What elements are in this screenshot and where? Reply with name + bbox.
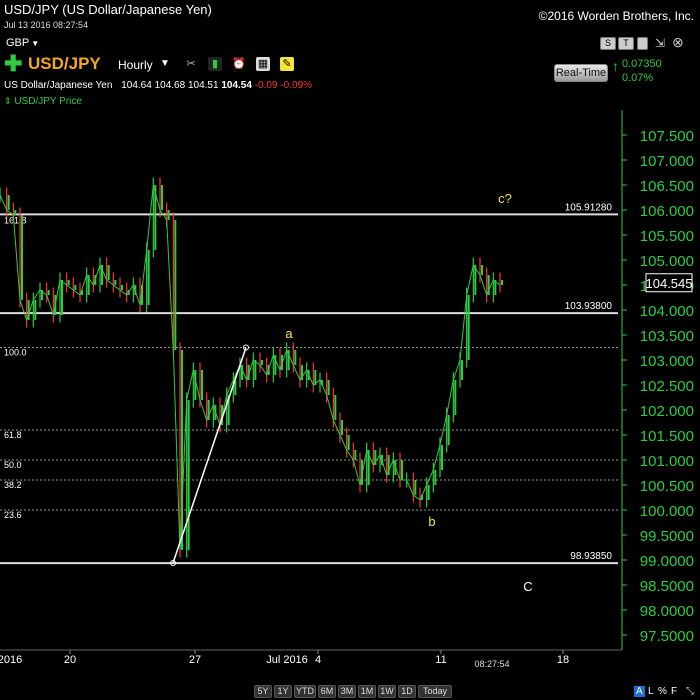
x-tick-label: 18: [557, 654, 569, 666]
y-tick-label: 102.000: [640, 403, 694, 420]
y-tick-label: 99.0000: [640, 553, 694, 570]
y-tick-label: 107.500: [640, 128, 694, 145]
wave-label: a: [285, 326, 293, 341]
y-tick-label: 101.500: [640, 428, 694, 445]
wave-label: c?: [498, 191, 512, 206]
x-tick-label: 20: [64, 654, 76, 666]
x-tick-label: 2016: [0, 654, 22, 666]
x-tick-label: 11: [435, 654, 446, 666]
y-tick-label: 107.000: [640, 153, 694, 170]
level-label: 103.93800: [565, 301, 613, 312]
x-tick-label: Jul 2016: [266, 654, 308, 666]
fib-label: 50.0: [4, 460, 22, 470]
y-tick-label: 101.000: [640, 453, 694, 470]
timeframe-button-today[interactable]: Today: [418, 685, 452, 698]
x-tick-label: 27: [189, 654, 201, 666]
y-tick-label: 103.000: [640, 353, 694, 370]
level-label: 105.91280: [565, 202, 613, 213]
fib-label: 61.8: [4, 430, 22, 440]
fib-label: 161.8: [4, 215, 27, 225]
timeframe-button-1d[interactable]: 1D: [398, 685, 416, 698]
level-label: 98.93850: [570, 551, 612, 562]
timeframe-button-6m[interactable]: 6M: [318, 685, 336, 698]
clock-label: 08:27:54: [474, 659, 509, 669]
y-tick-label: 106.000: [640, 203, 694, 220]
y-tick-label: 104.000: [640, 303, 694, 320]
y-tick-label: 98.0000: [640, 603, 694, 620]
y-tick-label: 102.500: [640, 378, 694, 395]
price-chart[interactable]: 105.91280 103.93800 98.93850 100.0 61.8 50.0 3…: [0, 0, 700, 700]
timeframe-button-1m[interactable]: 1M: [358, 685, 376, 698]
y-tick-label: 97.5000: [640, 628, 694, 645]
fit-button[interactable]: F: [671, 686, 677, 697]
y-tick-label: 105.500: [640, 228, 694, 245]
y-tick-label: 106.500: [640, 178, 694, 195]
wave-label: b: [428, 514, 435, 529]
timeframe-button-1w[interactable]: 1W: [378, 685, 396, 698]
y-tick-label: 100.000: [640, 503, 694, 520]
resize-icon[interactable]: ⤡: [686, 686, 694, 697]
y-tick-label: 99.5000: [640, 528, 694, 545]
timeframe-button-1y[interactable]: 1Y: [274, 685, 292, 698]
y-tick-label: 105.000: [640, 253, 694, 270]
x-tick-label: 4: [315, 654, 321, 666]
timeframe-button-ytd[interactable]: YTD: [294, 685, 316, 698]
y-tick-label: 103.500: [640, 328, 694, 345]
timeframe-button-5y[interactable]: 5Y: [254, 685, 272, 698]
y-tick-label: 98.5000: [640, 578, 694, 595]
log-scale-button[interactable]: L: [648, 686, 654, 697]
timeframe-button-3m[interactable]: 3M: [338, 685, 356, 698]
last-price-label: 104.545: [646, 276, 693, 291]
price-line: [0, 184, 501, 551]
percent-scale-button[interactable]: %: [658, 686, 667, 697]
auto-scale-button[interactable]: A: [634, 686, 645, 697]
y-tick-label: 100.500: [640, 478, 694, 495]
fib-label: 23.6: [4, 510, 22, 520]
wave-label: C: [523, 579, 532, 594]
fib-label: 100.0: [4, 348, 27, 358]
fib-label: 38.2: [4, 480, 22, 490]
